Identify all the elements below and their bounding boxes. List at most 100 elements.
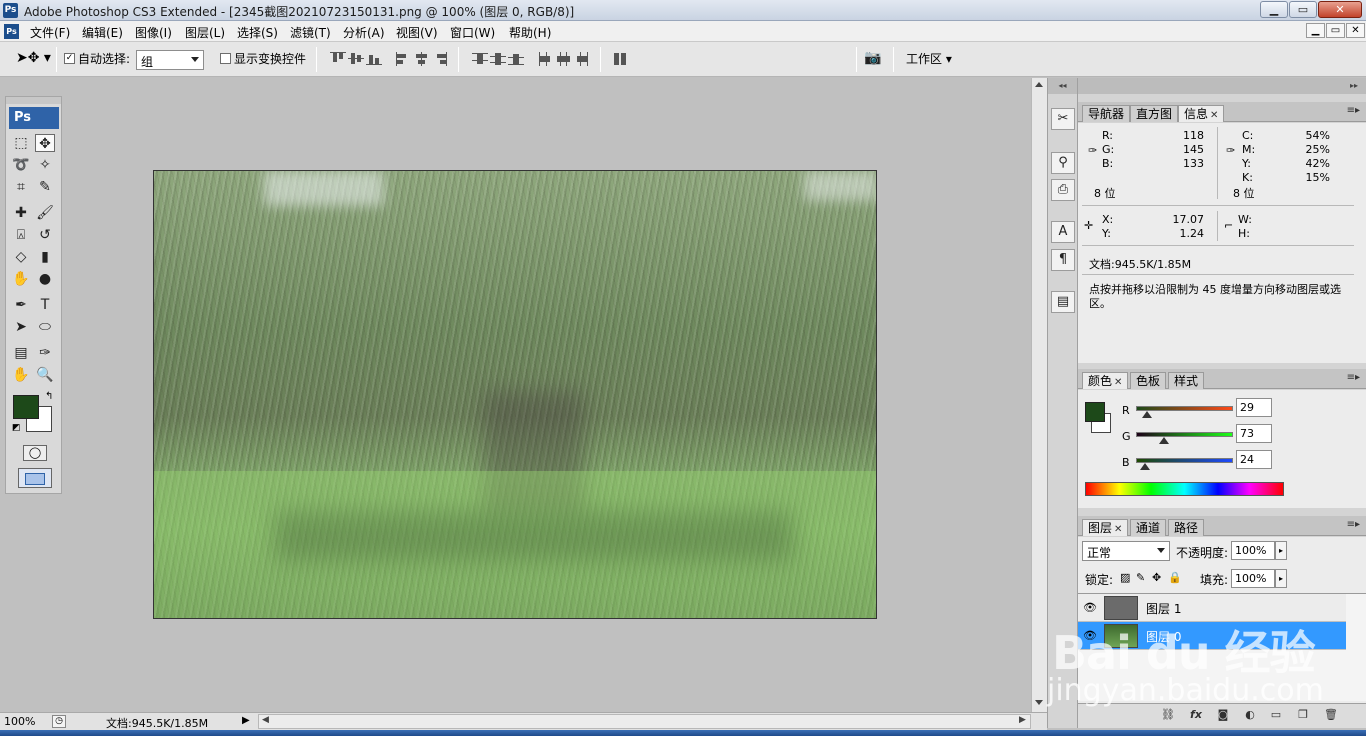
gradient-tool-icon[interactable]: ▮ <box>35 248 55 266</box>
crop-tool-icon[interactable]: ⌗ <box>11 178 31 196</box>
eye-icon[interactable]: 👁 <box>1082 629 1098 643</box>
healing-brush-tool-icon[interactable]: ✚ <box>11 204 31 222</box>
menu-analysis[interactable]: 分析(A) <box>343 24 385 41</box>
align-top-icon[interactable] <box>330 52 346 66</box>
folder-icon[interactable]: ▭ <box>1268 708 1284 722</box>
mask-icon[interactable]: ◙ <box>1215 708 1231 722</box>
scroll-up-icon[interactable] <box>1035 82 1043 87</box>
app-menu-icon[interactable]: Ps <box>4 24 19 39</box>
marquee-tool-icon[interactable]: ⬚ <box>11 134 31 152</box>
status-arrow-icon[interactable]: ▶ <box>242 715 250 726</box>
layer-comps-icon[interactable]: ▤ <box>1051 291 1075 313</box>
close-tab-icon[interactable]: ✕ <box>1114 524 1122 535</box>
lock-image-icon[interactable]: ✎ <box>1136 571 1145 584</box>
close-tab-icon[interactable]: ✕ <box>1210 110 1218 121</box>
distribute-right-icon[interactable] <box>574 52 590 66</box>
slice-tool-icon[interactable]: ✎ <box>35 178 55 196</box>
new-layer-icon[interactable]: ❐ <box>1295 708 1311 722</box>
tab-color[interactable]: 颜色 ✕ <box>1082 372 1129 389</box>
paragraph-panel-icon[interactable]: ¶ <box>1051 249 1075 271</box>
tool-presets-icon[interactable]: ✂ <box>1051 108 1075 130</box>
notes-tool-icon[interactable]: ▤ <box>11 344 31 362</box>
menu-view[interactable]: 视图(V) <box>396 24 438 41</box>
opacity-input[interactable]: 100% <box>1231 541 1275 560</box>
tab-channels[interactable]: 通道 <box>1130 519 1167 536</box>
move-tool-preset-icon[interactable]: ➤✥ ▾ <box>16 50 51 66</box>
channel-r-input[interactable]: 29 <box>1236 398 1272 417</box>
opacity-slider-button[interactable]: ▸ <box>1275 541 1287 560</box>
magic-wand-tool-icon[interactable]: ✧ <box>35 156 55 174</box>
path-selection-tool-icon[interactable]: ➤ <box>11 318 31 336</box>
auto-align-layers-icon[interactable] <box>612 52 628 66</box>
auto-select-checkbox[interactable]: ✓ <box>64 53 75 64</box>
screen-mode-icon[interactable] <box>18 468 52 488</box>
menu-edit[interactable]: 编辑(E) <box>82 24 123 41</box>
channel-g-input[interactable]: 73 <box>1236 424 1272 443</box>
panel-dock-grip[interactable]: ▸▸ <box>1078 78 1366 94</box>
blur-tool-icon[interactable]: ✋ <box>11 270 31 288</box>
distribute-hcenter-icon[interactable] <box>556 52 572 66</box>
layer-row[interactable]: 👁 图层 1 <box>1078 594 1346 622</box>
zoom-tool-icon[interactable]: 🔍 <box>35 366 55 384</box>
history-brush-tool-icon[interactable]: ↺ <box>35 226 55 244</box>
document-canvas[interactable] <box>153 170 877 619</box>
clone-stamp-tool-icon[interactable]: ⍓ <box>11 226 31 244</box>
color-spectrum-ramp[interactable] <box>1085 482 1284 496</box>
tab-info[interactable]: 信息 ✕ <box>1178 105 1225 122</box>
bridge-icon[interactable]: 📷 <box>864 50 881 66</box>
align-hcenter-icon[interactable] <box>414 52 430 66</box>
doc-minimize-button[interactable]: ▁ <box>1306 23 1325 38</box>
scroll-right-icon[interactable]: ▶ <box>1019 715 1026 725</box>
menu-help[interactable]: 帮助(H) <box>509 24 551 41</box>
menu-layer[interactable]: 图层(L) <box>185 24 225 41</box>
eyedropper-tool-icon[interactable]: ✑ <box>35 344 55 362</box>
fx-icon[interactable]: fx <box>1188 708 1204 722</box>
menu-filter[interactable]: 滤镜(T) <box>290 24 331 41</box>
panel-menu-icon[interactable]: ≡▸ <box>1347 372 1360 383</box>
lock-transparent-icon[interactable]: ▨ <box>1120 571 1130 584</box>
align-vcenter-icon[interactable] <box>348 52 364 66</box>
channel-g-thumb[interactable] <box>1158 437 1169 444</box>
channel-r-thumb[interactable] <box>1142 411 1153 418</box>
layer-row[interactable]: 👁 图层 0 <box>1078 622 1346 650</box>
scroll-down-icon[interactable] <box>1035 700 1043 705</box>
status-menu-icon[interactable]: ◷ <box>52 715 66 728</box>
align-bottom-icon[interactable] <box>366 52 382 66</box>
hand-tool-icon[interactable]: ✋ <box>11 366 31 384</box>
expand-arrows-icon[interactable]: ▸▸ <box>1350 81 1358 90</box>
color-fg-swatch[interactable] <box>1085 402 1105 422</box>
default-colors-icon[interactable]: ◩ <box>12 423 21 433</box>
distribute-top-icon[interactable] <box>472 52 488 66</box>
close-button[interactable]: ✕ <box>1318 1 1362 18</box>
quick-mask-icon[interactable]: ◯ <box>23 445 47 461</box>
panel-menu-icon[interactable]: ≡▸ <box>1347 519 1360 530</box>
align-right-icon[interactable] <box>432 52 448 66</box>
vertical-scrollbar[interactable] <box>1031 78 1047 712</box>
lock-all-icon[interactable]: 🔒 <box>1168 571 1182 584</box>
dock-grip-icon[interactable]: ◂◂ <box>1048 78 1077 94</box>
channel-b-slider[interactable] <box>1136 458 1233 463</box>
adjustment-icon[interactable]: ◐ <box>1242 708 1258 722</box>
menu-window[interactable]: 窗口(W) <box>450 24 495 41</box>
tab-paths[interactable]: 路径 <box>1168 519 1205 536</box>
dodge-tool-icon[interactable]: ● <box>35 270 55 288</box>
menu-select[interactable]: 选择(S) <box>237 24 278 41</box>
fill-slider-button[interactable]: ▸ <box>1275 569 1287 588</box>
show-transform-checkbox[interactable] <box>220 53 231 64</box>
brush-tool-icon[interactable]: 🖌 <box>35 204 55 222</box>
lock-position-icon[interactable]: ✥ <box>1152 571 1161 584</box>
menu-file[interactable]: 文件(F) <box>30 24 70 41</box>
distribute-bottom-icon[interactable] <box>508 52 524 66</box>
trash-icon[interactable]: 🗑 <box>1323 708 1339 722</box>
zoom-level[interactable]: 100% <box>4 715 35 728</box>
eraser-tool-icon[interactable]: ◇ <box>11 248 31 266</box>
pen-tool-icon[interactable]: ✒ <box>11 296 31 314</box>
lasso-tool-icon[interactable]: ➰ <box>11 156 31 174</box>
blend-mode-dropdown[interactable]: 正常 <box>1082 541 1170 561</box>
channel-b-thumb[interactable] <box>1140 463 1151 470</box>
channel-g-slider[interactable] <box>1136 432 1233 437</box>
align-left-icon[interactable] <box>396 52 412 66</box>
distribute-left-icon[interactable] <box>538 52 554 66</box>
fill-input[interactable]: 100% <box>1231 569 1275 588</box>
type-tool-icon[interactable]: T <box>35 296 55 314</box>
